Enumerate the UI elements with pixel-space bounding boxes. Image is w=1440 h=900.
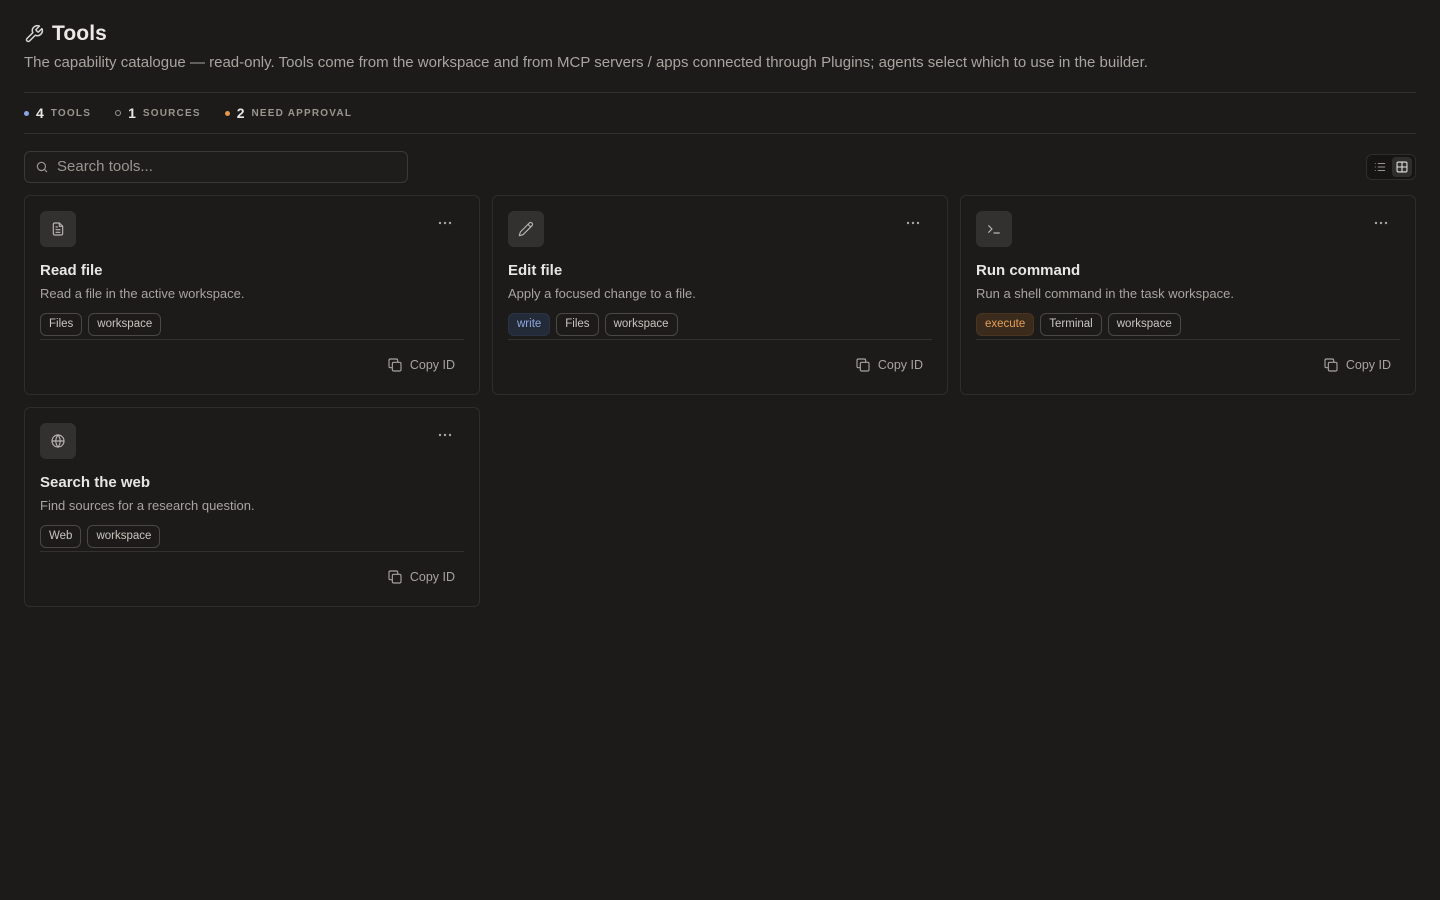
card-divider (508, 339, 932, 340)
copy-id-label: Copy ID (409, 358, 455, 372)
tag: workspace (604, 313, 678, 336)
tool-name: Run command (976, 262, 1081, 279)
ellipsis-icon (438, 433, 452, 437)
stat-dot (224, 110, 230, 116)
ellipsis-icon (906, 221, 920, 225)
tag: Files (556, 313, 599, 336)
copy-id-button[interactable]: Copy ID (387, 357, 455, 373)
search-input[interactable] (57, 158, 397, 175)
copy-icon (388, 570, 402, 584)
tool-description: Run a shell command in the task workspac… (976, 286, 1234, 301)
stat-label: TOOLS (50, 107, 92, 119)
copy-icon (1324, 358, 1338, 372)
pencil-icon (508, 211, 544, 247)
more-options-button[interactable] (435, 216, 455, 230)
copy-id-label: Copy ID (877, 358, 923, 372)
page-title: Tools (52, 22, 107, 45)
stat-value: 1 (128, 105, 136, 121)
more-options-button[interactable] (903, 216, 923, 230)
tool-card-edit-file[interactable]: Edit file Apply a focused change to a fi… (492, 195, 948, 395)
tag: Terminal (1040, 313, 1102, 336)
tool-name: Edit file (508, 262, 563, 279)
tool-description: Find sources for a research question. (40, 498, 255, 513)
grid-view-button[interactable] (1392, 156, 1412, 177)
copy-id-label: Copy ID (1345, 358, 1391, 372)
copy-id-label: Copy ID (409, 570, 455, 584)
tag: Web (40, 525, 82, 548)
search-icon (36, 161, 48, 172)
wrench-icon (24, 24, 44, 44)
tag: workspace (1107, 313, 1181, 336)
copy-id-button[interactable]: Copy ID (1323, 357, 1391, 373)
more-options-button[interactable] (435, 428, 455, 442)
stat-value: 4 (36, 105, 44, 121)
tool-card-run-command[interactable]: Run command Run a shell command in the t… (960, 195, 1416, 395)
page-header: Tools The capability catalogue — read-on… (24, 0, 1416, 74)
tag: workspace (87, 525, 161, 548)
ellipsis-icon (438, 221, 452, 225)
tag: Files (40, 313, 83, 336)
tool-name: Read file (40, 262, 103, 279)
stat-dot (24, 110, 29, 116)
ellipsis-icon (1374, 221, 1388, 225)
tag-list: Web workspace (40, 525, 464, 548)
file-text-icon (40, 211, 76, 247)
tool-description: Read a file in the active workspace. (40, 286, 245, 301)
grid-icon (1396, 161, 1408, 172)
copy-icon (388, 358, 402, 372)
tag-execute: execute (976, 313, 1035, 336)
copy-id-button[interactable]: Copy ID (855, 357, 923, 373)
card-divider (976, 339, 1400, 340)
card-divider (40, 339, 464, 340)
copy-icon (856, 358, 870, 372)
view-toggle (1366, 153, 1416, 180)
tool-card-read-file[interactable]: Read file Read a file in the active work… (24, 195, 480, 395)
title-row: Tools (24, 22, 1416, 46)
list-view-button[interactable] (1370, 157, 1390, 177)
globe-icon (40, 423, 76, 459)
copy-id-button[interactable]: Copy ID (387, 569, 455, 585)
stats-bar: 4 TOOLS 1 SOURCES 2 NEED APPROVAL (24, 93, 1416, 133)
stat-dot (115, 110, 122, 116)
divider (24, 133, 1416, 134)
stat-sources: 1 SOURCES (115, 105, 201, 121)
tool-card-search-the-web[interactable]: Search the web Find sources for a resear… (24, 407, 480, 607)
stat-tools: 4 TOOLS (24, 105, 91, 121)
terminal-icon (976, 211, 1012, 247)
tool-name: Search the web (40, 474, 151, 491)
tag-list: Files workspace (40, 313, 464, 336)
search-box (24, 150, 408, 183)
stat-label: NEED APPROVAL (251, 107, 353, 119)
tools-grid: Read file Read a file in the active work… (24, 195, 1416, 607)
stat-value: 2 (236, 105, 245, 121)
tag-list: execute Terminal workspace (976, 313, 1400, 336)
page-subtitle: The capability catalogue — read-only. To… (24, 54, 1148, 71)
more-options-button[interactable] (1371, 216, 1391, 230)
card-divider (40, 551, 464, 552)
stat-need-approval: 2 NEED APPROVAL (224, 105, 353, 121)
toolbar (24, 150, 1416, 183)
tool-description: Apply a focused change to a file. (508, 286, 696, 301)
tag-list: write Files workspace (508, 313, 932, 336)
tools-page: Tools The capability catalogue — read-on… (24, 0, 1416, 607)
stat-label: SOURCES (142, 107, 201, 119)
list-icon (1374, 162, 1386, 171)
tag: workspace (88, 313, 162, 336)
tag-write: write (508, 313, 551, 336)
